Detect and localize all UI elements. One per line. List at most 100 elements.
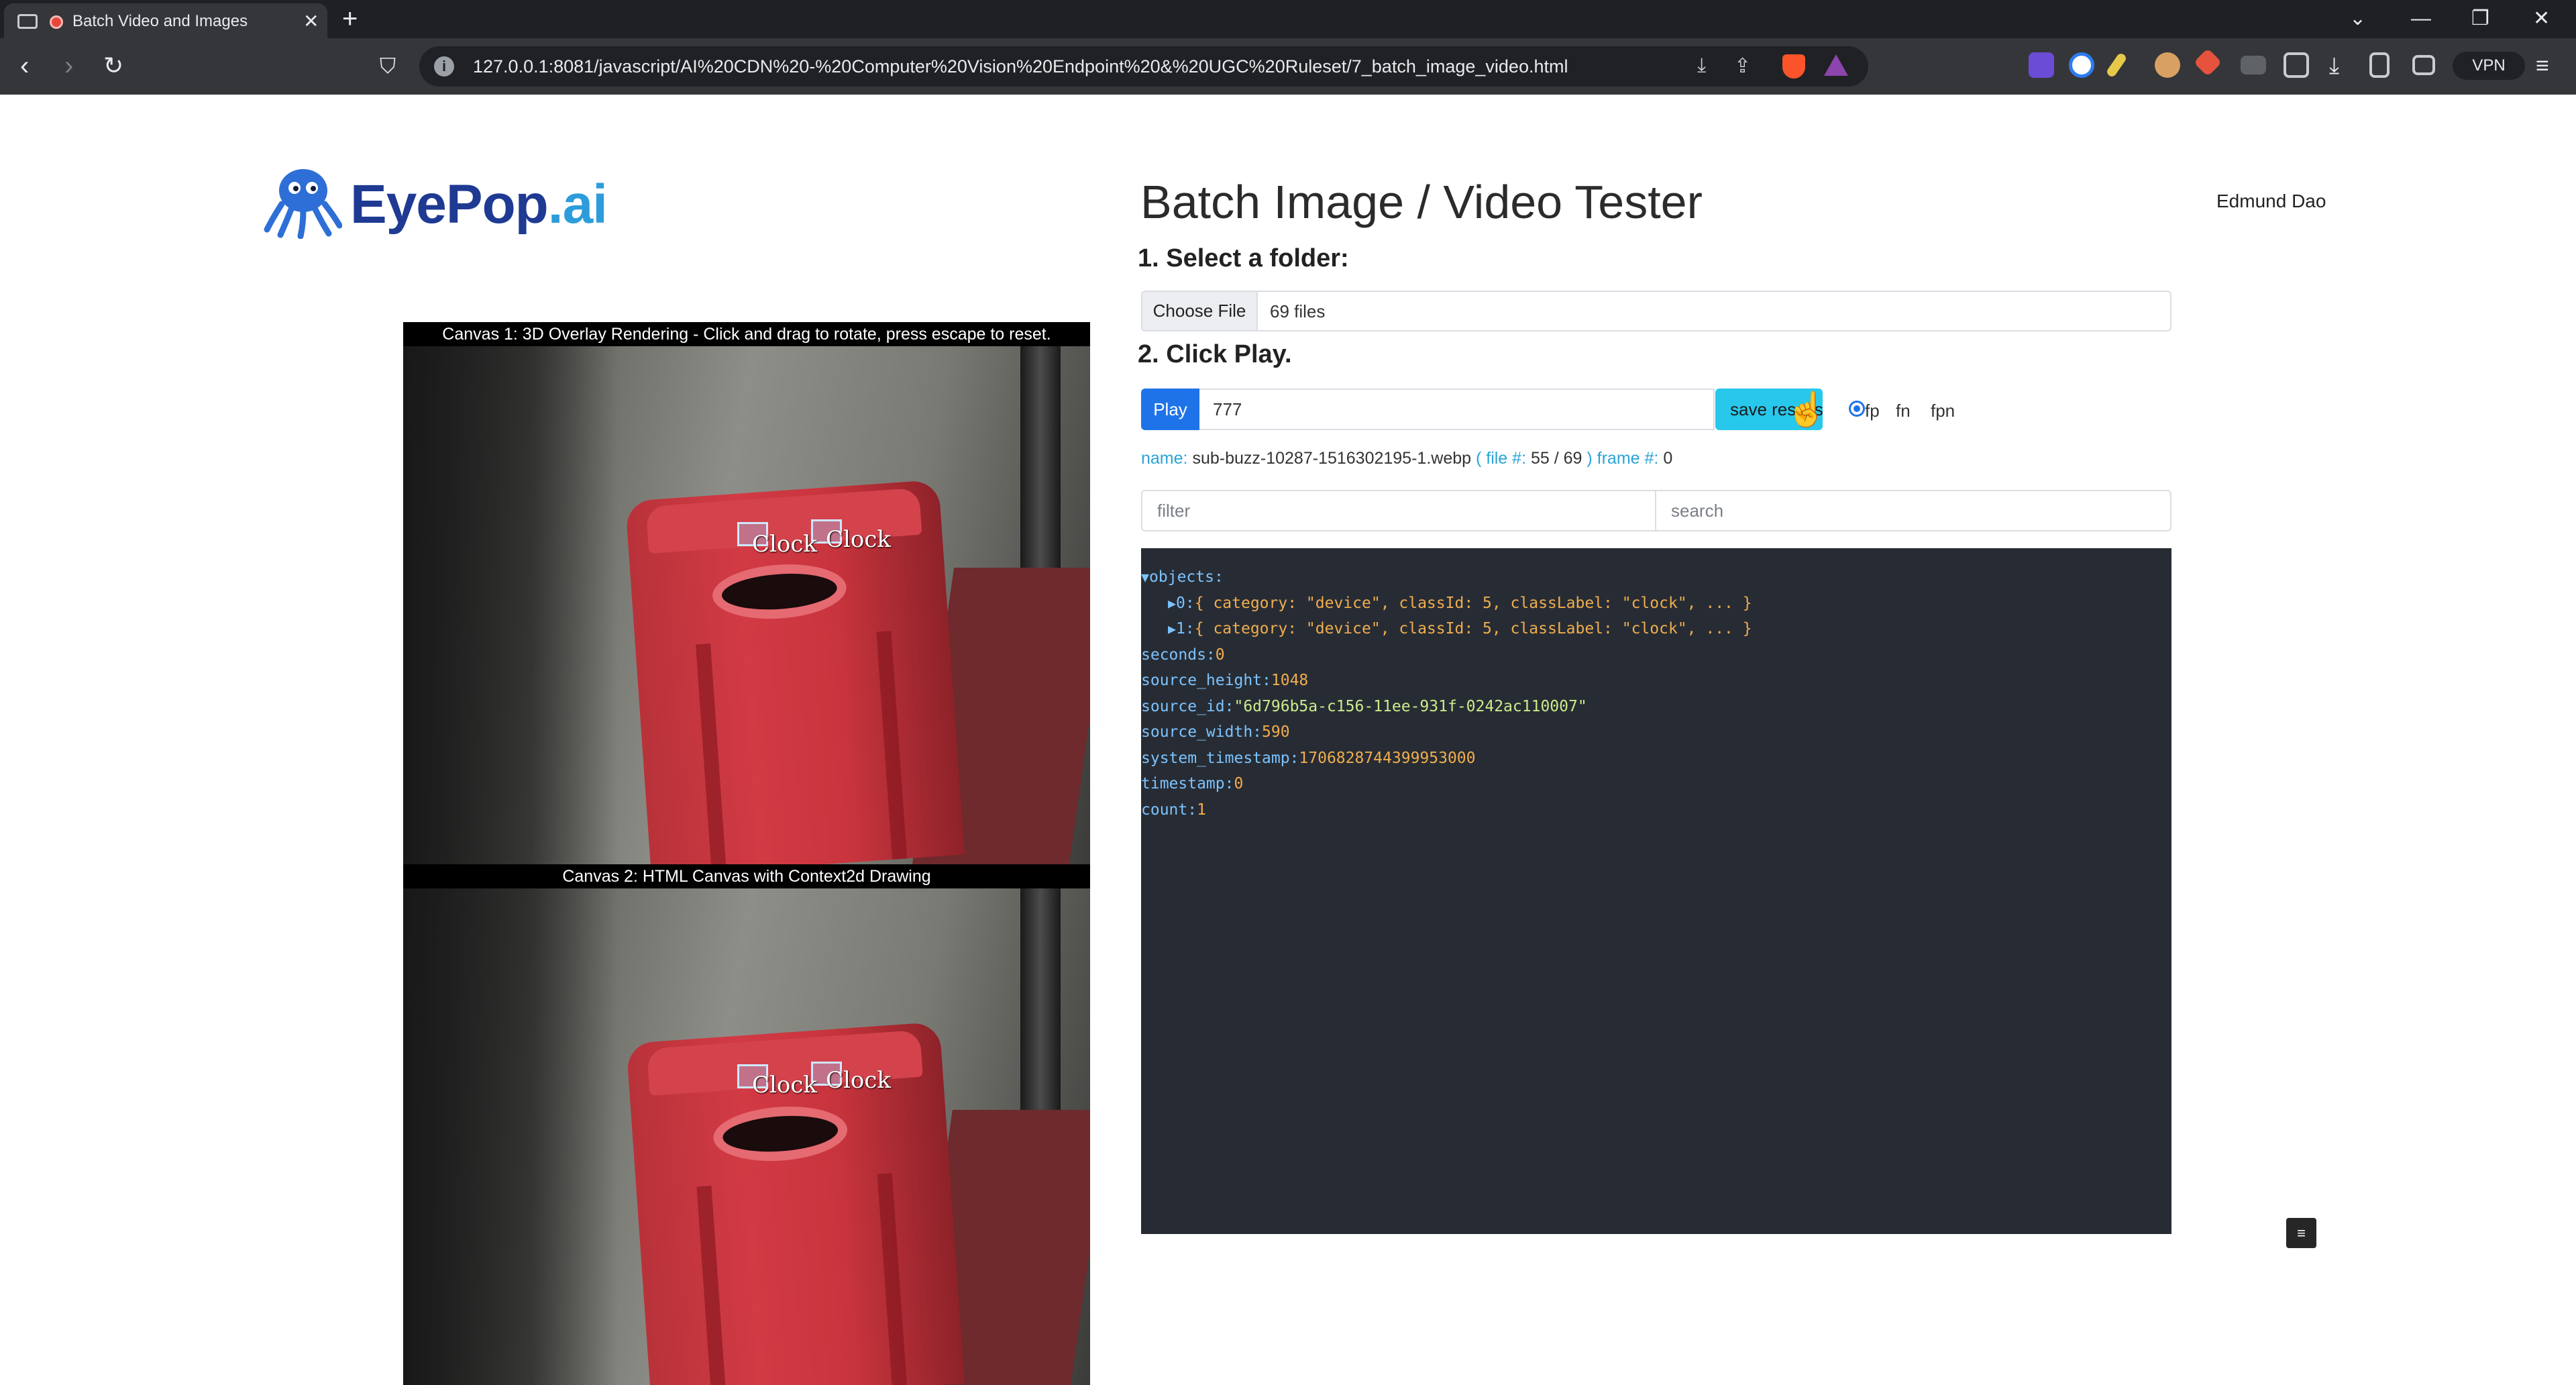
expand-caret-icon[interactable]: ▶ [1168, 621, 1176, 637]
shadow-overlay [403, 888, 618, 1385]
radio-fp-label: fp [1865, 401, 1880, 421]
folder-file-input[interactable]: Choose File 69 files [1141, 291, 2171, 331]
json-index: 1: [1176, 620, 1195, 637]
wallet-icon[interactable] [2412, 55, 2435, 75]
expand-caret-icon[interactable]: ▶ [1168, 595, 1176, 611]
files-count: 69 files [1270, 301, 1326, 321]
json-value: "6d796b5a-c156-11ee-931f-0242ac110007" [1234, 697, 1587, 715]
search-input[interactable] [1656, 490, 2171, 531]
bin-stripe [696, 644, 727, 864]
bin-stripe [877, 1173, 908, 1385]
brave-rewards-icon[interactable] [1824, 54, 1848, 76]
bin-slot [710, 560, 849, 623]
json-viewer: ▼objects: ▶0:{ category: "device", class… [1141, 548, 2171, 1234]
extension-badge-icon[interactable] [2029, 52, 2054, 78]
restore-icon[interactable]: ❐ [2471, 5, 2489, 32]
radio-fp-dot[interactable] [1849, 401, 1865, 417]
logo-text: EyePop.ai [350, 173, 608, 236]
page-title: Batch Image / Video Tester [1140, 176, 1703, 228]
recording-icon [50, 15, 63, 29]
extension-red-icon[interactable] [2193, 48, 2222, 77]
extensions-puzzle-icon[interactable] [2284, 52, 2309, 78]
back-icon[interactable]: ‹ [20, 50, 29, 82]
extension-gray-icon[interactable] [2241, 56, 2266, 74]
cookie-icon[interactable] [2155, 52, 2180, 78]
json-object-summary: { category: "device", classId: 5, classL… [1194, 620, 1752, 637]
filter-input[interactable] [1141, 490, 1656, 531]
json-key: source_id: [1141, 697, 1234, 715]
tab-search-icon[interactable]: ⌄ [2349, 5, 2366, 32]
minimize-icon[interactable]: — [2411, 5, 2431, 32]
json-field-row: seconds:0 [1141, 642, 2171, 668]
page: EyePop.ai Batch Image / Video Tester Edm… [0, 95, 2576, 1385]
json-key: source_height: [1141, 672, 1271, 689]
canvas-3d-overlay[interactable]: Canvas 1: 3D Overlay Rendering - Click a… [403, 322, 1090, 864]
json-objects-row[interactable]: ▼objects: [1141, 564, 2171, 591]
choose-file-button[interactable]: Choose File [1142, 292, 1258, 330]
eyepop-logo: EyePop.ai [263, 165, 608, 240]
json-object-row[interactable]: ▶1:{ category: "device", classId: 5, cla… [1141, 616, 2171, 642]
bin-slot [711, 1102, 849, 1166]
bookmark-icon[interactable]: ⛉ [380, 50, 396, 82]
download-icon[interactable]: ⤓ [1697, 54, 1706, 77]
forward-icon[interactable]: › [64, 50, 73, 82]
file-name: sub-buzz-10287-1516302195-1.webp [1192, 449, 1472, 468]
address-bar[interactable]: i 127.0.0.1:8081/javascript/AI%20CDN%20-… [419, 46, 1868, 87]
json-object-row[interactable]: ▶0:{ category: "device", classId: 5, cla… [1141, 591, 2171, 617]
hand-cursor-icon: ☝ [1786, 391, 1828, 428]
canvas2-image[interactable]: Clock Clock [403, 888, 1090, 1385]
json-key: system_timestamp: [1141, 749, 1299, 767]
vpn-button[interactable]: VPN [2453, 52, 2525, 80]
frame-input[interactable] [1199, 389, 1715, 430]
file-info-line: name: sub-buzz-10287-1516302195-1.webp (… [1141, 449, 1672, 468]
play-button[interactable]: Play [1141, 389, 1199, 430]
frame-number-label: frame #: [1597, 449, 1659, 468]
bin-stripe [696, 1185, 727, 1385]
extension-s-icon[interactable] [2069, 52, 2094, 78]
json-value: 0 [1215, 646, 1225, 664]
name-label: name: [1141, 449, 1188, 468]
close-tab-icon[interactable]: ✕ [303, 10, 319, 32]
user-name[interactable]: Edmund Dao [2216, 191, 2326, 212]
detection-label: Clock [826, 526, 892, 553]
json-key: source_width: [1141, 723, 1263, 741]
url-text[interactable]: 127.0.0.1:8081/javascript/AI%20CDN%20-%2… [473, 56, 1568, 77]
collapse-caret-icon[interactable]: ▼ [1141, 569, 1149, 585]
close-paren: ) [1587, 449, 1593, 468]
media-capture-icon [17, 14, 38, 29]
sidebar-icon[interactable] [2369, 52, 2390, 78]
canvas1-caption: Canvas 1: 3D Overlay Rendering - Click a… [403, 322, 1090, 346]
step2-heading: 2. Click Play. [1138, 340, 1292, 368]
json-field-row: source_height:1048 [1141, 668, 2171, 694]
shadow-overlay [403, 346, 618, 864]
menu-icon[interactable]: ≡ [2286, 1218, 2316, 1248]
json-value: 1048 [1271, 672, 1309, 689]
browser-menu-icon[interactable]: ≡ [2536, 50, 2549, 82]
logo-suffix: .ai [547, 174, 608, 235]
json-field-row: system_timestamp:1706828744399953000 [1141, 746, 2171, 772]
close-window-icon[interactable]: ✕ [2533, 5, 2550, 32]
canvas-2d-drawing[interactable]: Canvas 2: HTML Canvas with Context2d Dra… [403, 864, 1090, 1385]
brave-shields-icon[interactable] [1782, 54, 1805, 79]
detection-label: Clock [752, 1072, 818, 1098]
vpn-label: VPN [2472, 56, 2506, 74]
new-tab-icon[interactable]: + [342, 4, 358, 34]
highlighter-icon[interactable] [2105, 52, 2128, 79]
reload-icon[interactable]: ↻ [103, 50, 123, 82]
json-value: 590 [1262, 723, 1290, 741]
detection-label: Clock [826, 1067, 892, 1094]
share-icon[interactable]: ⇪ [1734, 54, 1751, 78]
canvas1-image[interactable]: Clock Clock [403, 346, 1090, 864]
octopus-icon [264, 169, 343, 240]
file-number: 55 / 69 [1530, 449, 1582, 468]
json-field-row: source_width:590 [1141, 719, 2171, 746]
browser-tab-bar: Batch Video and Images ✕ + ⌄ — ❐ ✕ [0, 0, 2576, 38]
browser-toolbar: ‹ › ↻ ⛉ i 127.0.0.1:8081/javascript/AI%2… [0, 38, 2576, 95]
radio-fpn-label: fpn [1931, 401, 1955, 421]
site-info-icon[interactable]: i [434, 56, 454, 76]
browser-tab[interactable]: Batch Video and Images ✕ [4, 3, 327, 38]
tab-title: Batch Video and Images [72, 12, 248, 30]
downloads-icon[interactable]: ⤓ [2329, 50, 2339, 82]
json-value: 0 [1234, 775, 1244, 792]
json-key: seconds: [1141, 646, 1216, 664]
